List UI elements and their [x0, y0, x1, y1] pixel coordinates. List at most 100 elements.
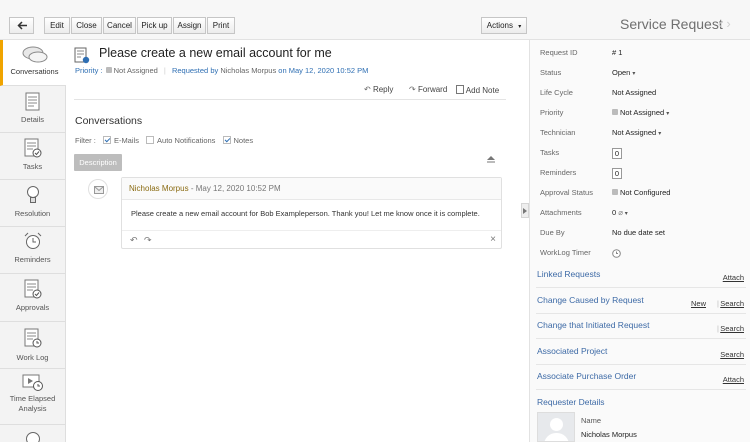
priority-dot-icon: [612, 109, 618, 115]
filter-auto-notifications-label: Auto Notifications: [157, 136, 216, 145]
sidebar-item-conversations[interactable]: Conversations: [0, 40, 66, 86]
description-button[interactable]: Description: [74, 154, 122, 171]
filter-auto-notifications-checkbox[interactable]: [146, 136, 155, 144]
property-key: Technician: [540, 128, 576, 137]
change-caused-search-link[interactable]: Search: [720, 299, 744, 308]
attachments-control[interactable]: 0 ⌀ ▾: [612, 208, 628, 217]
email-entry-badge: [88, 179, 108, 199]
main-content: Please create a new email account for me…: [66, 40, 521, 442]
panel-collapse-handle[interactable]: [521, 203, 529, 218]
filter-notes-checkbox[interactable]: [222, 136, 231, 144]
conversation-filter: Filter : E-Mails Auto Notifications Note…: [75, 136, 253, 145]
close-icon[interactable]: ×: [490, 234, 496, 245]
link-separator: |: [717, 299, 719, 308]
meta-separator: |: [163, 66, 166, 75]
sidebar-item-resolution[interactable]: Resolution: [0, 180, 65, 227]
property-key: WorkLog Timer: [540, 248, 591, 257]
forward-icon[interactable]: ↷: [144, 235, 152, 246]
change-initiated-search-link[interactable]: Search: [720, 324, 744, 333]
associated-project-search-link[interactable]: Search: [720, 350, 744, 359]
sidebar-item-label: Conversations: [10, 67, 59, 76]
priority-value[interactable]: Not Assigned: [114, 66, 158, 75]
worklog-timer-button[interactable]: [612, 248, 621, 260]
chevron-right-icon[interactable]: ›: [726, 16, 734, 31]
record-nav: ‹›: [718, 16, 735, 31]
requested-by-label: Requested by: [171, 66, 219, 75]
forward-label: Forward: [417, 85, 448, 94]
sort-icon[interactable]: [487, 156, 495, 166]
section-change-caused: Change Caused by Request New | Search: [536, 291, 746, 314]
sidebar-item-reminders[interactable]: Reminders: [0, 227, 65, 274]
section-change-initiated: Change that Initiated Request | Search: [536, 316, 746, 339]
add-note-button[interactable]: Add Note: [456, 85, 499, 95]
back-button[interactable]: [9, 17, 34, 34]
property-key: Status: [540, 68, 562, 77]
sidebar-item-label: Details: [21, 115, 44, 124]
purchase-order-attach-link[interactable]: Attach: [723, 375, 744, 384]
forward-icon: ↷: [409, 85, 416, 94]
property-key: Approval Status: [540, 188, 593, 197]
sidebar-item-tasks[interactable]: Tasks: [0, 133, 65, 180]
sidebar-item-more[interactable]: [0, 425, 65, 442]
requester-link[interactable]: Nicholas Morpus: [220, 66, 276, 75]
property-key: Life Cycle: [540, 88, 573, 97]
arrow-left-icon: [17, 21, 27, 30]
page-title: Service Request: [620, 16, 723, 32]
section-title: Change Caused by Request: [537, 295, 644, 305]
property-key: Request ID: [540, 48, 578, 57]
sidebar-item-approvals[interactable]: Approvals: [0, 274, 65, 322]
actions-dropdown[interactable]: Actions ▾: [481, 17, 527, 34]
chevron-down-icon: ▾: [518, 24, 522, 30]
reply-icon[interactable]: ↶: [130, 235, 138, 246]
forward-button[interactable]: ↷ Forward: [409, 85, 447, 94]
pick-up-button[interactable]: Pick up: [137, 17, 172, 34]
priority-dot-icon: [105, 67, 112, 73]
reminders-count[interactable]: 0: [612, 168, 622, 179]
sidebar-item-label: Reminders: [14, 255, 51, 264]
filter-notes-label: Notes: [233, 136, 254, 145]
conversations-heading: Conversations: [75, 115, 143, 127]
sidebar-item-label-line2: Analysis: [18, 404, 47, 413]
cancel-button[interactable]: Cancel: [103, 17, 136, 34]
section-title: Associate Purchase Order: [537, 371, 637, 381]
sidebar-item-label: Tasks: [22, 162, 43, 171]
priority-label: Priority :: [75, 66, 103, 75]
sidebar-item-details[interactable]: Details: [0, 86, 65, 133]
print-button[interactable]: Print: [207, 17, 235, 34]
paperclip-icon: ⌀: [618, 208, 623, 217]
conversation-card-footer: ↶ ↷ ×: [122, 230, 501, 250]
filter-label: Filter :: [75, 136, 96, 145]
filter-emails-checkbox[interactable]: [102, 136, 111, 144]
conversation-author[interactable]: Nicholas Morpus: [129, 184, 189, 193]
caret-down-icon: ▾: [666, 111, 670, 117]
worklog-icon: [24, 328, 41, 348]
reply-button[interactable]: ↶ Reply: [364, 85, 393, 94]
request-date: May 12, 2020 10:52 PM: [288, 66, 369, 75]
section-title: Associated Project: [537, 346, 608, 356]
sidebar-item-time-elapsed[interactable]: Time Elapsed Analysis: [0, 369, 65, 425]
reply-icon: ↶: [364, 85, 371, 94]
linked-requests-attach-link[interactable]: Attach: [723, 273, 744, 282]
change-caused-new-link[interactable]: New: [691, 299, 706, 308]
close-button[interactable]: Close: [71, 17, 102, 34]
request-title: Please create a new email account for me: [99, 46, 332, 60]
requester-name-label: Name: [581, 416, 602, 425]
sidebar-item-label: Time Elapsed: [9, 394, 56, 403]
property-key: Reminders: [540, 168, 577, 177]
technician-dropdown[interactable]: Not Assigned ▾: [612, 128, 661, 137]
avatar: [537, 412, 575, 442]
add-note-label: Add Note: [465, 86, 500, 95]
sidebar-item-work-log[interactable]: Work Log: [0, 322, 65, 369]
status-dropdown[interactable]: Open ▾: [612, 68, 635, 77]
caret-down-icon: ▾: [624, 211, 628, 217]
edit-button[interactable]: Edit: [44, 17, 70, 34]
property-key: Tasks: [540, 148, 560, 157]
priority-dropdown[interactable]: Not Assigned ▾: [612, 108, 669, 117]
details-icon: [25, 92, 39, 111]
timer-icon: [612, 249, 621, 258]
assign-button[interactable]: Assign: [173, 17, 206, 34]
tasks-count[interactable]: 0: [612, 148, 622, 159]
actions-label: Actions: [486, 21, 513, 30]
property-value: Open: [612, 68, 631, 77]
conversation-card-header: Nicholas Morpus - May 12, 2020 10:52 PM: [122, 178, 501, 200]
